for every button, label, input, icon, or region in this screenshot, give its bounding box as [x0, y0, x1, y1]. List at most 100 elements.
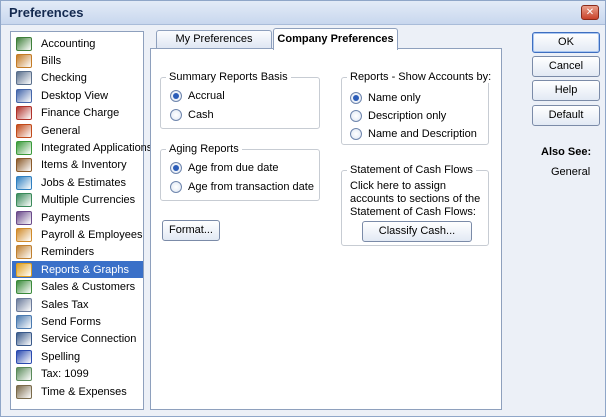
currencies-icon: [16, 193, 32, 208]
radio-dot[interactable]: [170, 90, 182, 102]
sidebar-item-label: Spelling: [41, 350, 81, 363]
show-accounts-title: Reports - Show Accounts by:: [347, 71, 495, 83]
radio-cash[interactable]: Cash: [170, 109, 214, 121]
sidebar-item-multiple-currencies[interactable]: Multiple Currencies: [12, 192, 143, 209]
radio-dot[interactable]: [170, 181, 182, 193]
cash-flows-title: Statement of Cash Flows: [347, 164, 476, 176]
sidebar-item-label: Service Connection: [41, 333, 137, 346]
default-button[interactable]: Default: [532, 105, 600, 126]
sidebar-item-desktop-view[interactable]: Desktop View: [12, 87, 143, 104]
window-title: Preferences: [9, 5, 84, 20]
sidebar-item-sales-tax[interactable]: Sales Tax: [12, 296, 143, 313]
sidebar-item-send-forms[interactable]: Send Forms: [12, 313, 143, 330]
sidebar-item-bills[interactable]: Bills: [12, 52, 143, 69]
sidebar-item-label: Items & Inventory: [41, 159, 127, 172]
radio-age-due-date[interactable]: Age from due date: [170, 162, 279, 174]
sidebar-item-payments[interactable]: Payments: [12, 209, 143, 226]
sidebar-item-label: Payments: [41, 211, 90, 224]
preferences-panel: Summary Reports Basis Accrual Cash Aging…: [150, 48, 502, 410]
sidebar-item-checking[interactable]: Checking: [12, 70, 143, 87]
sidebar-item-accounting[interactable]: Accounting: [12, 35, 143, 52]
checking-icon: [16, 71, 32, 86]
sidebar-item-label: Bills: [41, 54, 62, 67]
sales-customers-icon: [16, 280, 32, 295]
radio-accrual-label: Accrual: [188, 90, 225, 102]
radio-description-only[interactable]: Description only: [350, 110, 446, 122]
items-inventory-icon: [16, 158, 32, 173]
sidebar-item-items-inventory[interactable]: Items & Inventory: [12, 157, 143, 174]
radio-dot[interactable]: [350, 128, 362, 140]
sidebar-item-label: Tax: 1099: [41, 368, 89, 381]
sidebar-item-label: Desktop View: [41, 89, 109, 102]
sidebar-item-reminders[interactable]: Reminders: [12, 244, 143, 261]
sidebar-item-label: Reports & Graphs: [41, 263, 130, 276]
time-expenses-icon: [16, 384, 32, 399]
sidebar-item-payroll-employees[interactable]: Payroll & Employees: [12, 226, 143, 243]
radio-age-transaction-date[interactable]: Age from transaction date: [170, 181, 314, 193]
radio-name-and-description[interactable]: Name and Description: [350, 128, 477, 140]
preferences-window: Preferences ✕ Accounting Bills Checking Des…: [0, 0, 606, 417]
sidebar-item-service-connection[interactable]: Service Connection: [12, 331, 143, 348]
finance-charge-icon: [16, 106, 32, 121]
help-button[interactable]: Help: [532, 80, 600, 101]
aging-reports-group: Aging Reports Age from due date Age from…: [160, 143, 320, 201]
radio-name-only-label: Name only: [368, 92, 421, 104]
also-see-general-link[interactable]: General: [551, 166, 590, 179]
radio-name-and-description-label: Name and Description: [368, 128, 477, 140]
cash-flows-text: Click here to assign accounts to section…: [350, 180, 481, 218]
sidebar-item-label: Finance Charge: [41, 107, 120, 120]
send-forms-icon: [16, 314, 32, 329]
close-button[interactable]: ✕: [581, 5, 599, 20]
spelling-icon: [16, 349, 32, 364]
sidebar-item-label: General: [41, 124, 81, 137]
sidebar-item-label: Payroll & Employees: [41, 228, 143, 241]
sidebar-item-finance-charge[interactable]: Finance Charge: [12, 105, 143, 122]
sidebar-item-label: Jobs & Estimates: [41, 176, 126, 189]
sidebar-item-label: Reminders: [41, 246, 95, 259]
bills-icon: [16, 53, 32, 68]
accounting-icon: [16, 36, 32, 51]
summary-reports-basis-title: Summary Reports Basis: [166, 71, 291, 83]
cash-flows-group: Statement of Cash Flows Click here to as…: [341, 164, 489, 246]
radio-cash-label: Cash: [188, 109, 214, 121]
sidebar-item-label: Integrated Applications: [41, 141, 153, 154]
also-see-title: Also See:: [541, 146, 592, 158]
radio-dot[interactable]: [350, 110, 362, 122]
reports-graphs-icon: [16, 262, 32, 277]
show-accounts-group: Reports - Show Accounts by: Name only De…: [341, 71, 495, 145]
desktop-view-icon: [16, 88, 32, 103]
tab-company-preferences[interactable]: Company Preferences: [273, 28, 398, 50]
radio-dot[interactable]: [170, 109, 182, 121]
summary-reports-basis-group: Summary Reports Basis Accrual Cash: [160, 71, 320, 129]
sidebar-item-reports-graphs[interactable]: Reports & Graphs: [12, 261, 143, 279]
sidebar-item-jobs-estimates[interactable]: Jobs & Estimates: [12, 174, 143, 191]
ok-button[interactable]: OK: [532, 32, 600, 53]
radio-dot[interactable]: [170, 162, 182, 174]
radio-age-due-date-label: Age from due date: [188, 162, 279, 174]
jobs-estimates-icon: [16, 175, 32, 190]
tab-my-preferences[interactable]: My Preferences: [156, 30, 272, 49]
cancel-button[interactable]: Cancel: [532, 56, 600, 77]
reminders-icon: [16, 245, 32, 260]
sidebar-item-label: Time & Expenses: [41, 385, 127, 398]
radio-name-only[interactable]: Name only: [350, 92, 421, 104]
sidebar-item-integrated-applications[interactable]: Integrated Applications: [12, 139, 152, 156]
radio-age-transaction-date-label: Age from transaction date: [188, 181, 314, 193]
radio-accrual[interactable]: Accrual: [170, 90, 225, 102]
sidebar-item-spelling[interactable]: Spelling: [12, 348, 143, 365]
format-button[interactable]: Format...: [162, 220, 220, 241]
radio-description-only-label: Description only: [368, 110, 447, 122]
category-list: Accounting Bills Checking Desktop View Finan…: [10, 31, 152, 410]
sales-tax-icon: [16, 297, 32, 312]
sidebar-item-sales-customers[interactable]: Sales & Customers: [12, 279, 143, 296]
sidebar-item-general[interactable]: General: [12, 122, 143, 139]
payments-icon: [16, 210, 32, 225]
general-icon: [16, 123, 32, 138]
sidebar-item-time-expenses[interactable]: Time & Expenses: [12, 383, 143, 400]
title-bar: Preferences ✕: [1, 1, 605, 25]
radio-dot[interactable]: [350, 92, 362, 104]
sidebar-item-label: Sales & Customers: [41, 281, 136, 294]
tax-1099-icon: [16, 367, 32, 382]
classify-cash-button[interactable]: Classify Cash...: [362, 221, 472, 242]
sidebar-item-tax-1099[interactable]: Tax: 1099: [12, 366, 143, 383]
